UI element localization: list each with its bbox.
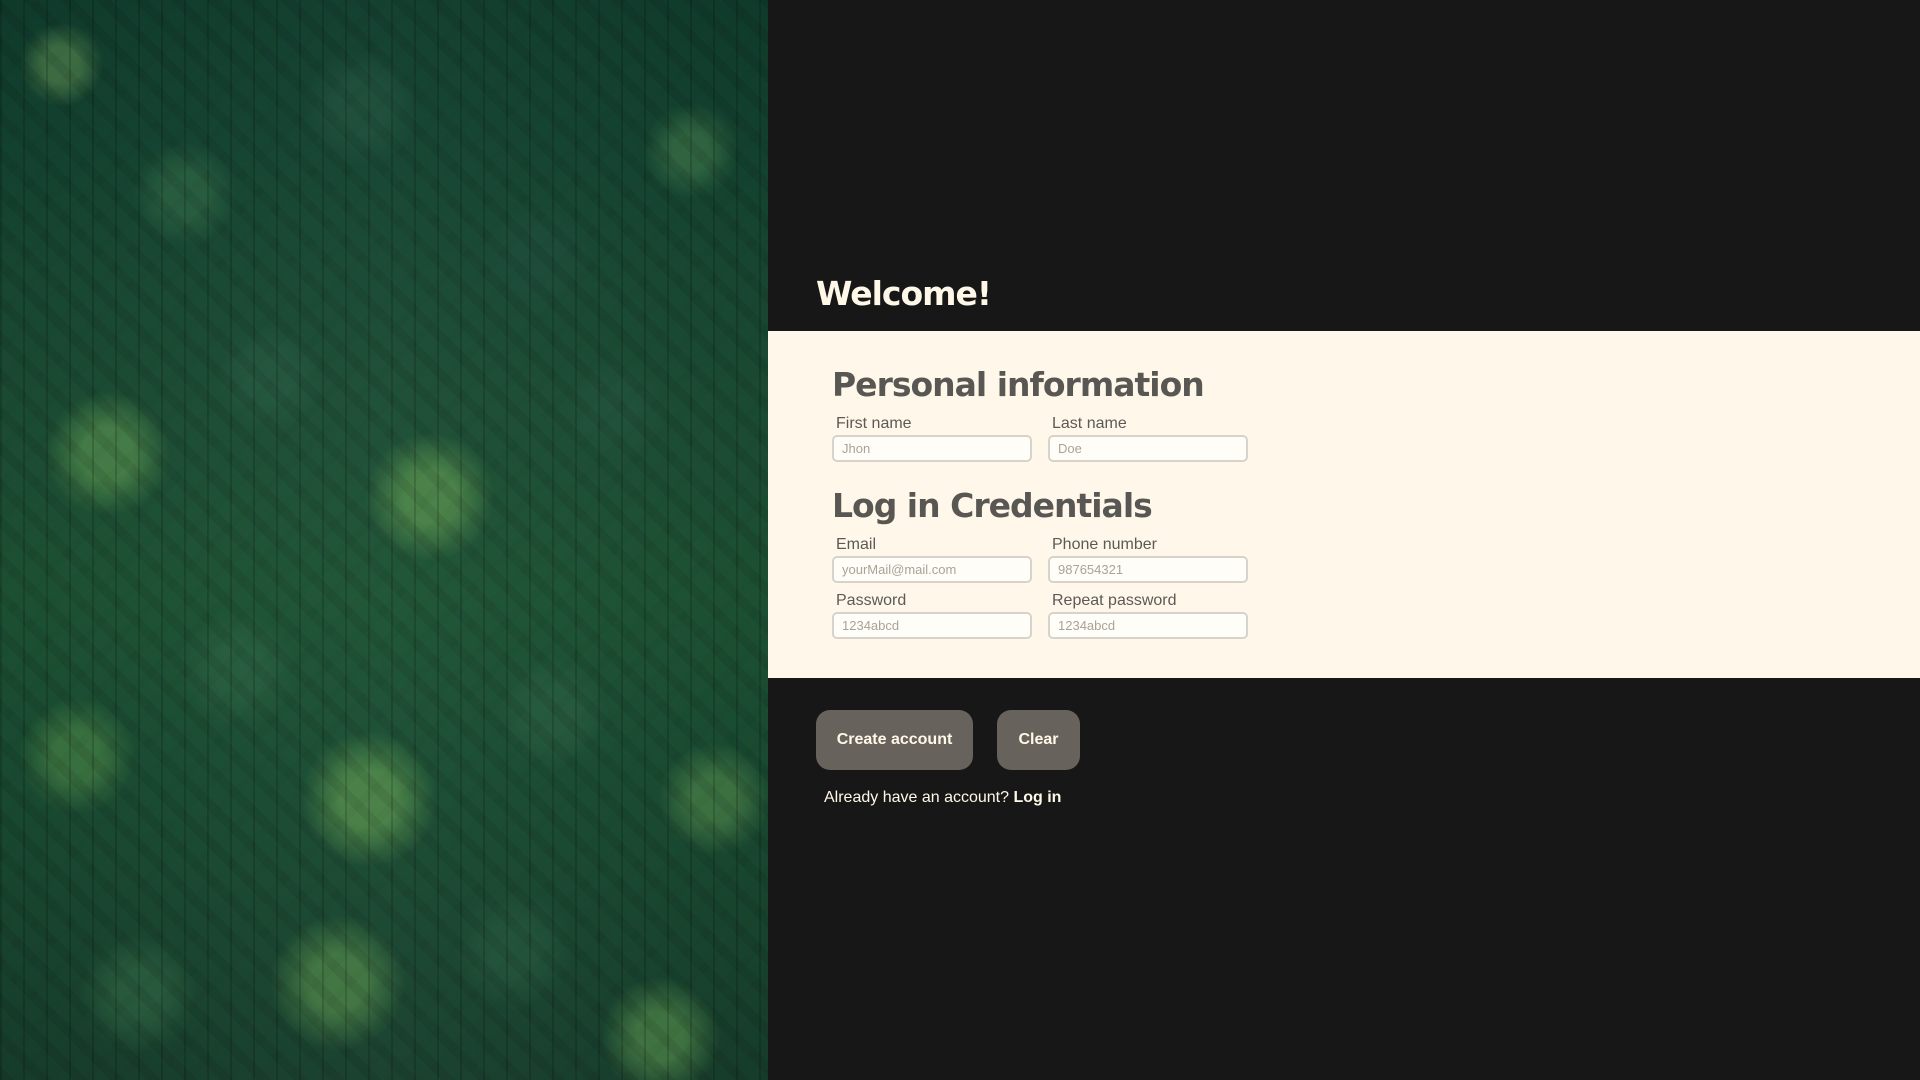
clear-button[interactable]: Clear: [997, 710, 1080, 770]
email-label: Email: [836, 536, 877, 553]
personal-information-title: Personal information: [832, 365, 1205, 404]
repeat-password-input[interactable]: [1048, 612, 1248, 639]
password-input[interactable]: [832, 612, 1032, 639]
first-name-input[interactable]: [832, 435, 1032, 462]
create-account-button[interactable]: Create account: [816, 710, 973, 770]
login-link[interactable]: Log in: [1013, 789, 1061, 806]
login-credentials-title: Log in Credentials: [832, 486, 1153, 525]
welcome-title: Welcome!: [816, 274, 992, 313]
forest-image: [0, 0, 768, 1080]
phone-number-label: Phone number: [1052, 536, 1157, 553]
signup-page: Welcome! Personal information First name…: [0, 0, 1920, 1080]
signup-panel: Welcome! Personal information First name…: [768, 0, 1920, 1080]
password-label: Password: [836, 592, 907, 609]
repeat-password-label: Repeat password: [1052, 592, 1177, 609]
login-prompt-text: Already have an account?: [824, 789, 1010, 806]
login-prompt-row: Already have an account? Log in: [824, 789, 1061, 807]
email-input[interactable]: [832, 556, 1032, 583]
phone-number-input[interactable]: [1048, 556, 1248, 583]
last-name-label: Last name: [1052, 415, 1127, 432]
first-name-label: First name: [836, 415, 912, 432]
last-name-input[interactable]: [1048, 435, 1248, 462]
signup-form: Personal information First name Last nam…: [768, 331, 1920, 678]
